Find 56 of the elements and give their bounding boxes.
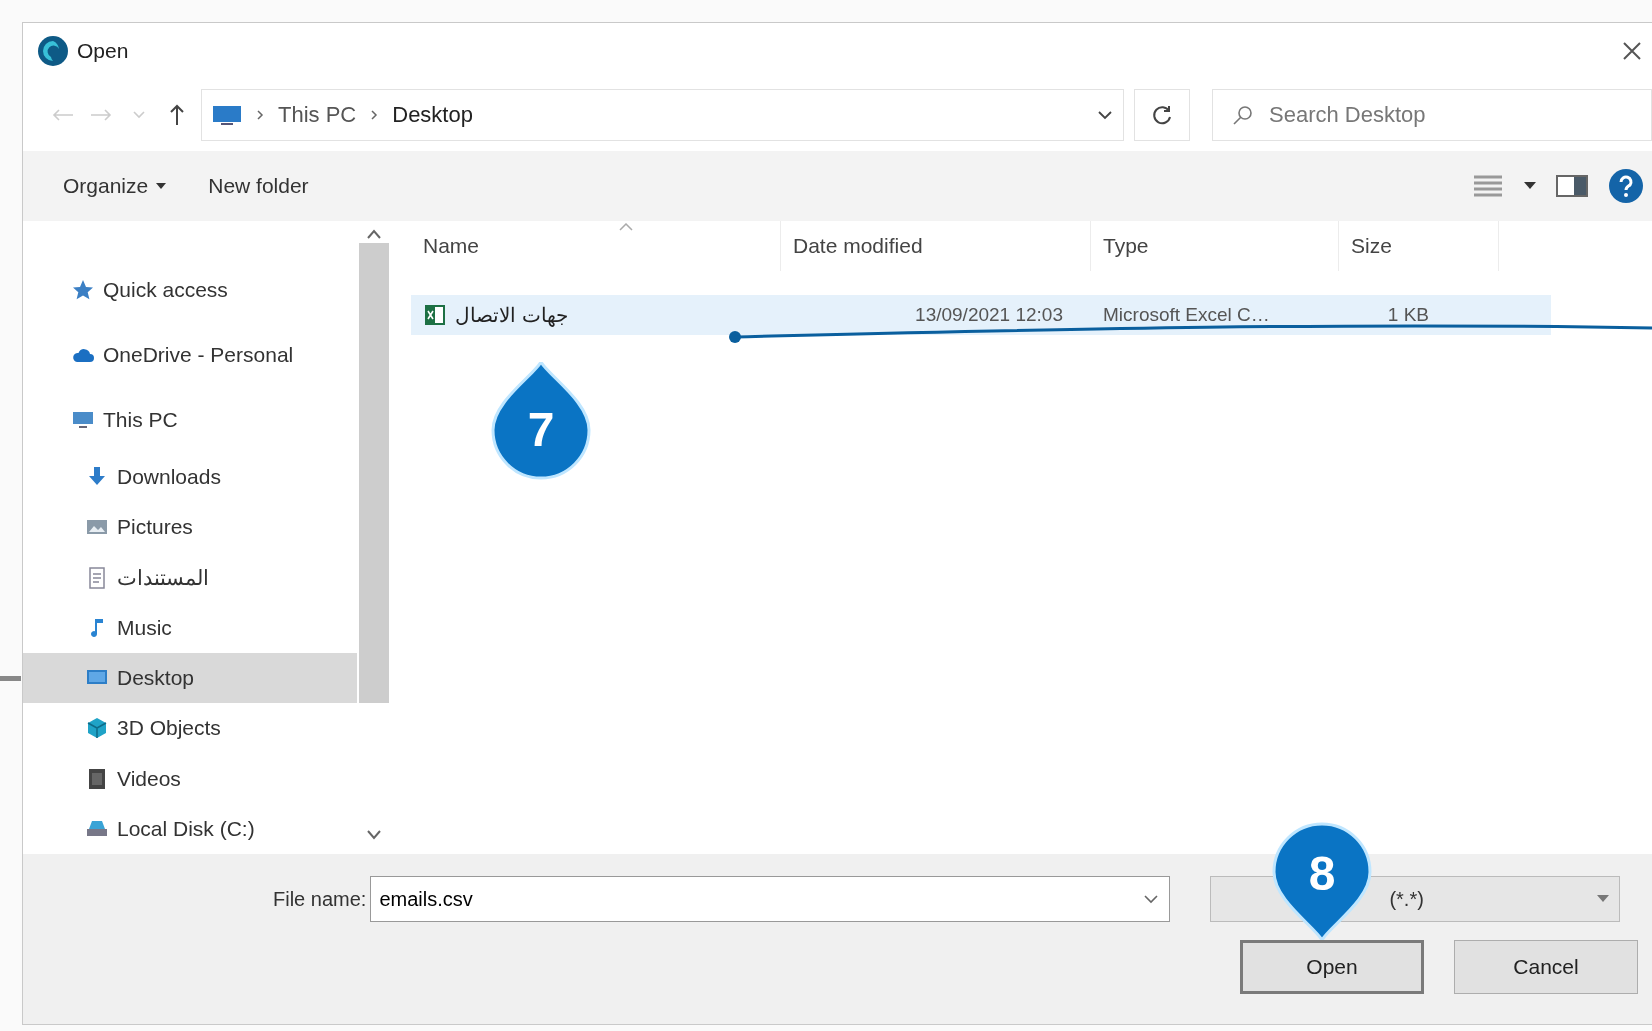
step-callout-tooltip: 7 bbox=[489, 362, 593, 480]
up-arrow-icon bbox=[169, 103, 185, 127]
file-name: جهات الاتصال bbox=[455, 303, 568, 327]
field-label: File name: bbox=[273, 887, 367, 911]
refresh-icon bbox=[1150, 103, 1174, 127]
file-name-field[interactable]: emails.csv bbox=[370, 876, 1171, 922]
sidebar-item[interactable]: 3D Objects bbox=[23, 703, 357, 754]
excel-icon bbox=[423, 303, 447, 327]
chevron-icon bbox=[254, 109, 266, 121]
size-cell: 1 KB bbox=[1387, 304, 1429, 326]
caret-icon bbox=[156, 183, 167, 189]
back-arrow-icon bbox=[51, 108, 75, 122]
dialog-button[interactable]: Open bbox=[1240, 940, 1424, 994]
cube-icon bbox=[85, 716, 109, 741]
refresh-button[interactable] bbox=[1134, 89, 1190, 141]
column-header[interactable]: Name bbox=[411, 221, 781, 271]
search-field[interactable]: Search Desktop bbox=[1212, 89, 1652, 141]
sidebar-item[interactable]: Quick access bbox=[23, 257, 357, 322]
column-header[interactable]: Type bbox=[1091, 221, 1339, 271]
step-callout-tooltip: 8 bbox=[1270, 822, 1374, 940]
toolbar-button[interactable]: New folder bbox=[202, 170, 315, 202]
caret-icon[interactable] bbox=[1524, 182, 1536, 190]
sidebar-item[interactable]: OneDrive - Personal bbox=[23, 322, 357, 388]
date-cell: 13/09/2021 12:03 bbox=[915, 304, 1063, 326]
caret-icon bbox=[133, 111, 145, 119]
sort-caret-icon bbox=[619, 223, 633, 231]
sidebar-item[interactable]: Pictures bbox=[23, 502, 357, 553]
sidebar-item[interactable]: Downloads bbox=[23, 452, 357, 503]
breadcrumb[interactable]: This PC bbox=[278, 102, 357, 128]
help-icon[interactable] bbox=[1608, 168, 1644, 204]
close-icon bbox=[1622, 41, 1642, 61]
dropdown-caret-icon[interactable] bbox=[1144, 894, 1159, 904]
dropdown-caret-icon[interactable] bbox=[1097, 110, 1113, 120]
search-icon bbox=[1232, 104, 1254, 126]
sidebar-item[interactable]: Desktop bbox=[23, 653, 357, 704]
scroll-down-icon[interactable] bbox=[367, 830, 381, 840]
app-icon bbox=[37, 35, 69, 67]
preview-pane-icon[interactable] bbox=[1556, 174, 1588, 198]
column-header[interactable]: Date modified bbox=[781, 221, 1091, 271]
sidebar-item[interactable]: Videos bbox=[23, 753, 357, 804]
view-options-icon[interactable] bbox=[1472, 173, 1504, 199]
address-bar[interactable]: This PC Desktop bbox=[201, 89, 1124, 141]
computer-icon bbox=[212, 104, 242, 126]
sidebar-item[interactable]: Local Disk (C:) bbox=[23, 803, 357, 855]
type-cell: Microsoft Excel C… bbox=[1103, 304, 1270, 326]
scroll-up-icon[interactable] bbox=[367, 229, 381, 239]
sidebar-item[interactable]: المستندات bbox=[23, 552, 357, 603]
column-header[interactable]: Size bbox=[1339, 221, 1499, 271]
toolbar-button[interactable]: Organize bbox=[57, 170, 173, 202]
breadcrumb[interactable]: Desktop bbox=[392, 102, 473, 128]
dialog-button[interactable]: Cancel bbox=[1454, 940, 1638, 994]
window-title: Open bbox=[77, 39, 129, 63]
forward-arrow-icon bbox=[89, 108, 113, 122]
dropdown-caret-icon bbox=[1597, 895, 1610, 903]
sidebar-item[interactable]: Music bbox=[23, 602, 357, 654]
sidebar-item[interactable]: This PC bbox=[23, 387, 357, 453]
